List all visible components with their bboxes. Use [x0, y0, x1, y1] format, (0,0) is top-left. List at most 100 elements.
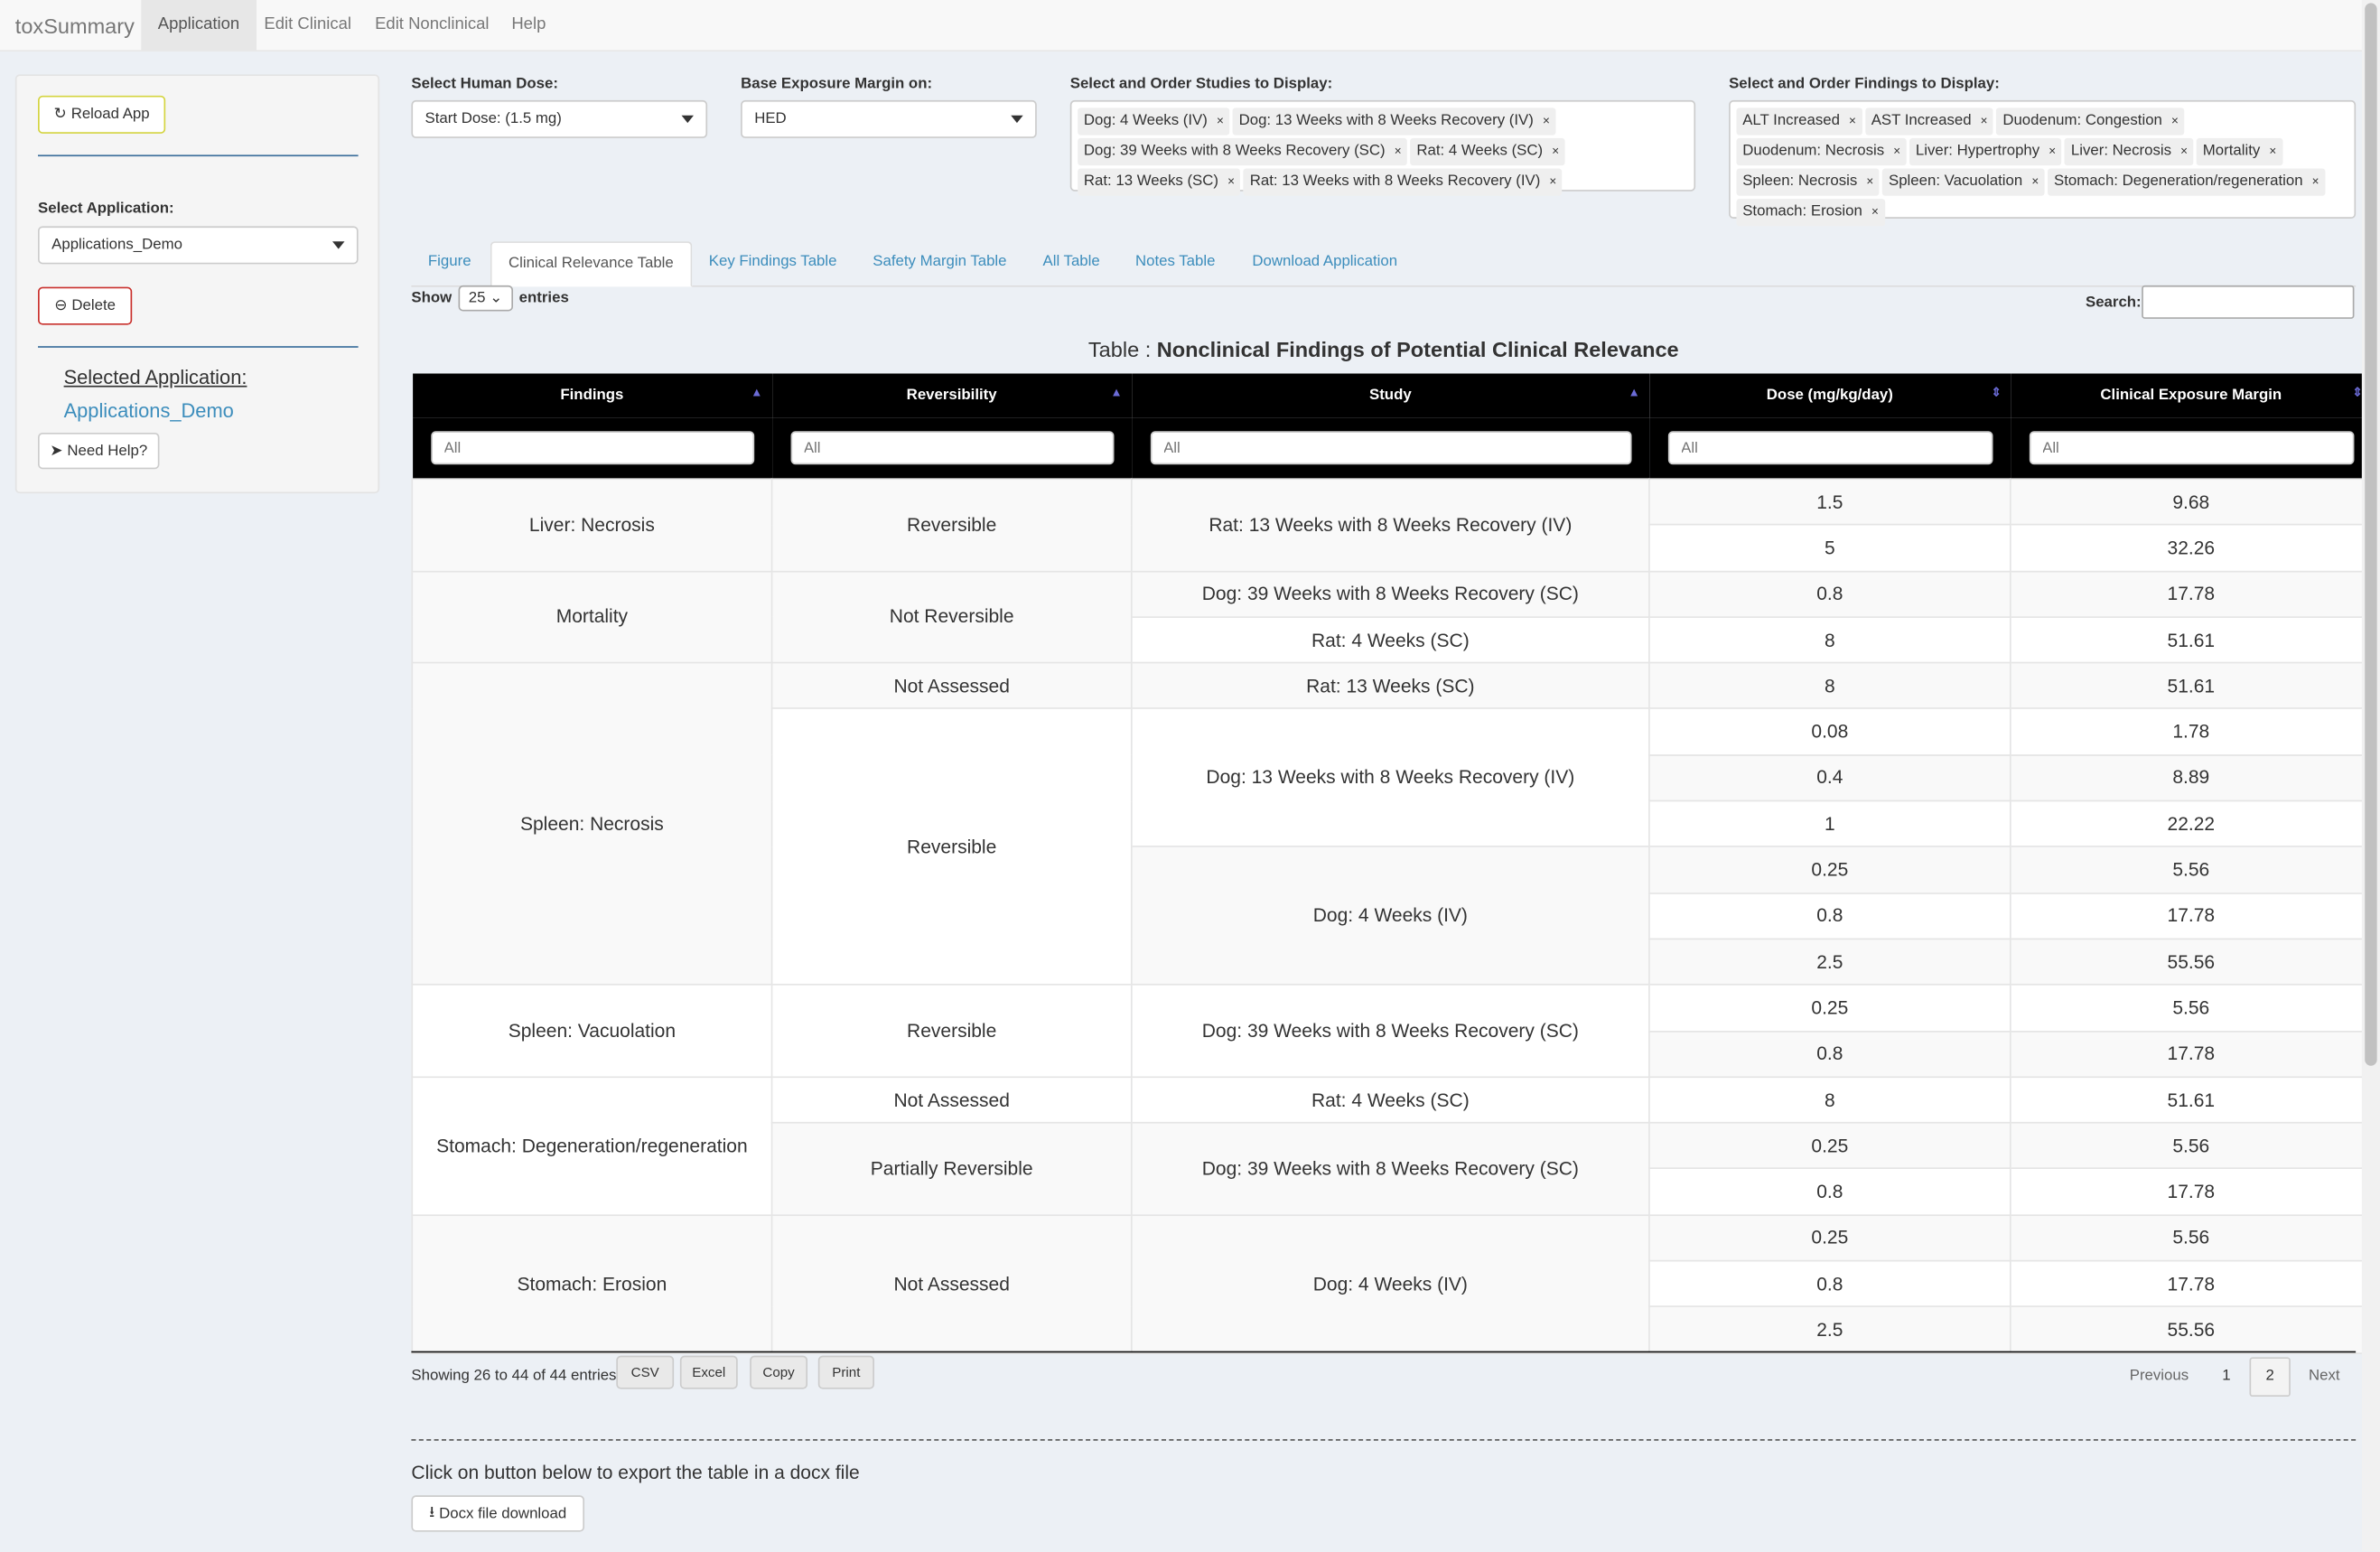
scrollbar[interactable] [2361, 0, 2380, 1552]
tab-download-application[interactable]: Download Application [1236, 241, 1414, 285]
copy-button[interactable]: Copy [750, 1355, 808, 1389]
dose-cell: 0.4 [1648, 753, 2011, 802]
dose-cell: 8 [1648, 662, 2011, 710]
reload-app-button[interactable]: ↻ Reload App [38, 95, 166, 134]
chevron-down-icon: ⌄ [490, 289, 503, 307]
column-header[interactable]: Findings ▲ [412, 373, 772, 418]
remove-icon[interactable]: × [1217, 114, 1224, 127]
remove-icon[interactable]: × [1549, 174, 1556, 188]
remove-icon[interactable]: × [1981, 114, 1988, 127]
findings-multiselect[interactable]: ALT Increased × AST Increased × Duodenum: Co… [1729, 99, 2357, 227]
pointer-icon: ➤ [50, 442, 63, 460]
column-header[interactable]: Reversibility ▲ [771, 373, 1132, 418]
remove-icon[interactable]: × [2269, 145, 2276, 158]
table-row: Mortality Not Reversible Dog: 39 Weeks wit… [411, 570, 2373, 664]
scrollbar-thumb[interactable] [2365, 3, 2377, 1066]
column-filter-input[interactable] [789, 431, 1114, 465]
column-header[interactable]: Dose (mg/kg/day) ⇕ [1648, 373, 2011, 418]
column-header[interactable]: Clinical Exposure Margin ⇕ [2010, 373, 2372, 418]
studie-chip[interactable]: Dog: 13 Weeks with 8 Weeks Recovery (IV)… [1232, 108, 1556, 136]
exposure-margin-dropdown[interactable]: HED [741, 99, 1037, 138]
margin-cell: 1.78 [2009, 707, 2373, 756]
remove-icon[interactable]: × [2049, 145, 2056, 158]
remove-icon[interactable]: × [1871, 205, 1879, 219]
tab-clinical-relevance-table[interactable]: Clinical Relevance Table [490, 241, 692, 287]
reversibility-cell: Not Assessed [770, 662, 1133, 710]
finding-chip[interactable]: Liver: Necrosis × [2065, 137, 2194, 166]
tab-notes-table[interactable]: Notes Table [1119, 241, 1232, 285]
search-input[interactable] [2142, 285, 2355, 319]
studie-chip[interactable]: Dog: 4 Weeks (IV) × [1078, 108, 1230, 136]
study-cell: Dog: 39 Weeks with 8 Weeks Recovery (SC) [1130, 1122, 1650, 1216]
column-header[interactable]: Study ▲ [1131, 373, 1649, 418]
dose-cell: 1.5 [1648, 478, 2011, 526]
need-help-button[interactable]: ➤ Need Help? [38, 432, 160, 470]
remove-icon[interactable]: × [1552, 145, 1559, 158]
dose-cell: 0.8 [1648, 570, 2011, 618]
tab-key-findings-table[interactable]: Key Findings Table [692, 241, 854, 285]
select-application-label: Select Application: [38, 200, 174, 218]
finding-chip[interactable]: Mortality × [2197, 137, 2282, 166]
tab-safety-margin-table[interactable]: Safety Margin Table [856, 241, 1023, 285]
studie-chip[interactable]: Rat: 13 Weeks with 8 Weeks Recovery (IV)… [1244, 168, 1563, 196]
finding-chip[interactable]: Spleen: Necrosis × [1736, 168, 1880, 196]
csv-button[interactable]: CSV [616, 1355, 675, 1389]
entries-select[interactable]: 25 ⌄ [457, 285, 513, 312]
export-text: Click on button below to export the tabl… [411, 1462, 860, 1483]
finding-chip[interactable]: Stomach: Erosion × [1736, 199, 1885, 227]
column-filter-input[interactable] [1667, 431, 1993, 465]
remove-icon[interactable]: × [1543, 114, 1550, 127]
reversibility-cell: Partially Reversible [770, 1122, 1133, 1216]
studie-chip[interactable]: Rat: 13 Weeks (SC) × [1078, 168, 1241, 196]
column-filter-input[interactable] [2028, 431, 2354, 465]
remove-icon[interactable]: × [1227, 174, 1235, 188]
page-1[interactable]: 1 [2222, 1368, 2230, 1384]
finding-chip[interactable]: Duodenum: Congestion × [1996, 108, 2185, 136]
column-filter-input[interactable] [430, 431, 754, 465]
study-cell: Dog: 4 Weeks (IV) [1130, 1213, 1650, 1354]
remove-icon[interactable]: × [2171, 114, 2179, 127]
study-cell: Rat: 4 Weeks (SC) [1130, 616, 1650, 664]
dose-cell: 0.25 [1648, 846, 2011, 894]
page-2[interactable]: 2 [2249, 1357, 2291, 1398]
nav-edit-nonclinical[interactable]: Edit Nonclinical [359, 0, 506, 50]
studie-chip[interactable]: Dog: 39 Weeks with 8 Weeks Recovery (SC)… [1078, 137, 1408, 166]
excel-button[interactable]: Excel [679, 1355, 738, 1389]
docx-download-button[interactable]: ⭳ Docx file download [411, 1495, 584, 1532]
remove-icon[interactable]: × [1395, 145, 1402, 158]
next-page[interactable]: Next [2309, 1368, 2340, 1384]
sort-icon: ▲ [1628, 385, 1640, 399]
human-dose-dropdown[interactable]: Start Dose: (1.5 mg) [411, 99, 708, 138]
finding-chip[interactable]: Liver: Hypertrophy × [1909, 137, 2062, 166]
nav-help[interactable]: Help [495, 0, 563, 50]
print-button[interactable]: Print [817, 1355, 874, 1389]
studies-multiselect[interactable]: Dog: 4 Weeks (IV) × Dog: 13 Weeks with 8 W… [1069, 99, 1696, 196]
remove-icon[interactable]: × [1893, 145, 1900, 158]
caret-down-icon [681, 115, 694, 124]
remove-icon[interactable]: × [1866, 174, 1873, 188]
tab-all-table[interactable]: All Table [1026, 241, 1116, 285]
finding-chip[interactable]: Spleen: Vacuolation × [1882, 168, 2045, 196]
column-filter-input[interactable] [1149, 431, 1631, 465]
remove-icon[interactable]: × [2031, 174, 2039, 188]
finding-chip[interactable]: Duodenum: Necrosis × [1736, 137, 1907, 166]
nav-edit-clinical[interactable]: Edit Clinical [247, 0, 369, 50]
dose-cell: 2.5 [1648, 938, 2011, 986]
search-label: Search: [2086, 295, 2142, 312]
tab-figure[interactable]: Figure [411, 241, 488, 285]
finding-chip[interactable]: AST Increased × [1864, 108, 1994, 136]
previous-page[interactable]: Previous [2130, 1368, 2189, 1384]
nav-application[interactable]: Application [141, 0, 257, 51]
select-application-dropdown[interactable]: Applications_Demo [38, 226, 359, 265]
remove-icon[interactable]: × [1849, 114, 1856, 127]
reversibility-cell: Reversible [770, 707, 1133, 986]
studie-chip[interactable]: Rat: 4 Weeks (SC) × [1410, 137, 1565, 166]
remove-icon[interactable]: × [2312, 174, 2319, 188]
delete-button[interactable]: ⊖ Delete [38, 286, 133, 325]
finding-chip[interactable]: ALT Increased × [1736, 108, 1862, 136]
margin-cell: 17.78 [2009, 1259, 2373, 1308]
dose-cell: 1 [1648, 799, 2011, 848]
finding-cell: Spleen: Vacuolation [411, 984, 773, 1078]
finding-chip[interactable]: Stomach: Degeneration/regeneration × [2048, 168, 2326, 196]
remove-icon[interactable]: × [2180, 145, 2188, 158]
